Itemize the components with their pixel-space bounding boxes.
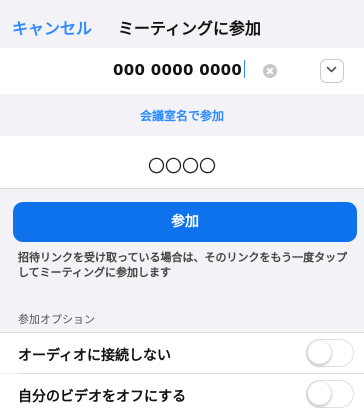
option-label: 自分のビデオをオフにする: [18, 389, 187, 405]
meeting-id-field[interactable]: 000 0000 0000: [0, 48, 364, 94]
invite-link-hint: 招待リンクを受け取っている場合は、そのリンクをもう一度タップしてミーティングに参…: [18, 251, 348, 279]
display-name-value: 〇〇〇〇: [148, 157, 216, 177]
toggle-knob: [308, 382, 331, 405]
cancel-button[interactable]: キャンセル: [12, 15, 92, 39]
clear-icon[interactable]: [263, 64, 277, 78]
meeting-id-value-wrap: 000 0000 0000: [113, 60, 246, 79]
meeting-id-value: 000 0000 0000: [113, 61, 243, 79]
join-options-section-label: 参加オプション: [18, 313, 95, 326]
join-by-room-name-row: 会議室名で参加: [0, 94, 364, 136]
join-button[interactable]: 参加: [13, 202, 357, 242]
meeting-id-history-dropdown[interactable]: [320, 59, 344, 83]
display-name-field[interactable]: 〇〇〇〇: [0, 136, 364, 188]
option-row-no-audio: オーディオに接続しない: [0, 333, 364, 373]
toggle-knob: [308, 341, 331, 364]
text-cursor: [244, 60, 246, 78]
page-title: ミーティングに参加: [118, 19, 262, 38]
navigation-bar: キャンセル ミーティングに参加: [0, 0, 364, 48]
option-row-video-off: 自分のビデオをオフにする: [0, 374, 364, 414]
video-off-toggle[interactable]: [306, 380, 354, 408]
no-audio-toggle[interactable]: [306, 339, 354, 367]
divider: [0, 188, 364, 189]
join-by-room-name-link[interactable]: 会議室名で参加: [0, 107, 364, 124]
chevron-down-icon: [326, 66, 337, 73]
option-label: オーディオに接続しない: [18, 348, 172, 364]
